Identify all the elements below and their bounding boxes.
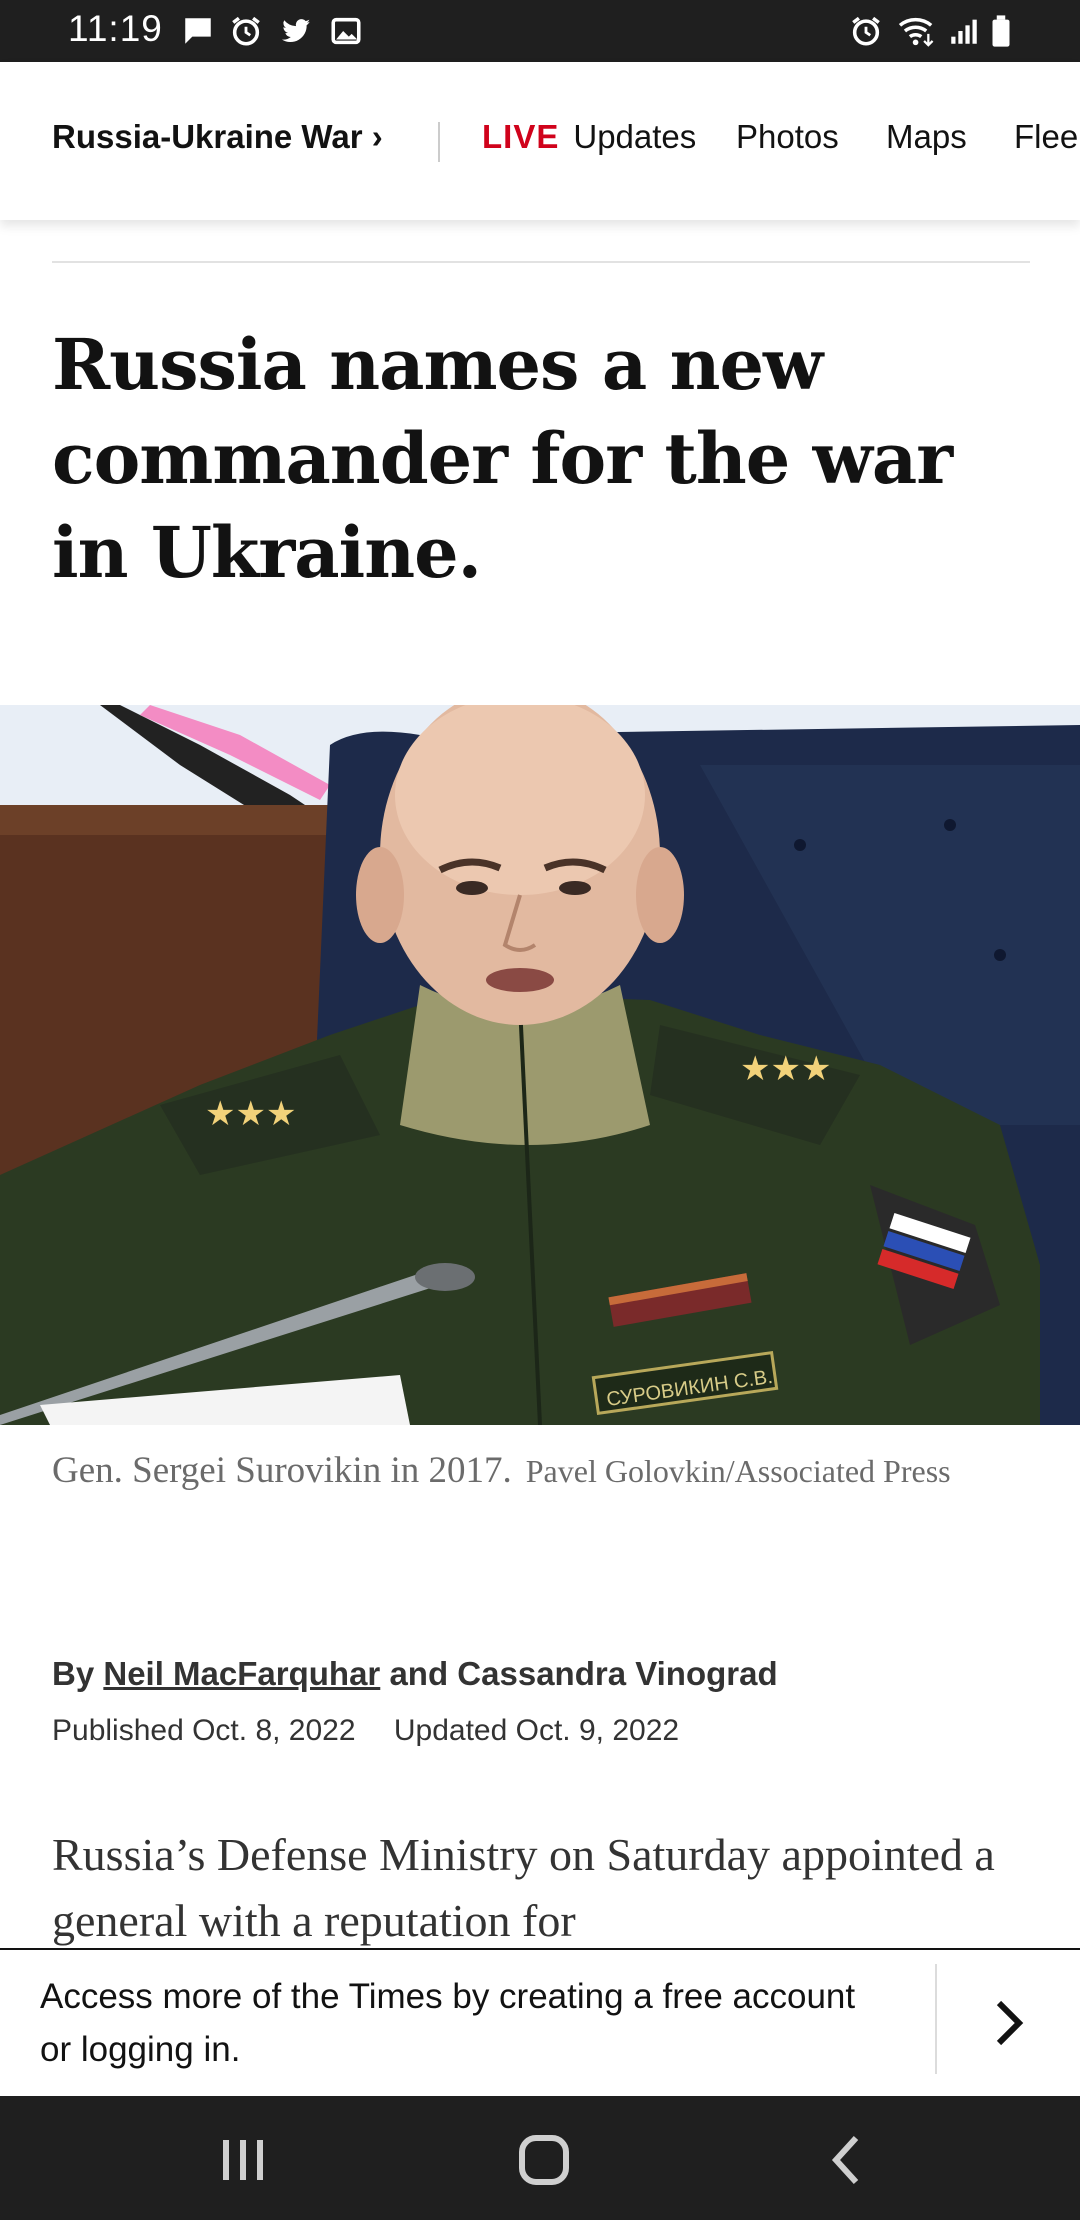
status-time: 11:19	[68, 8, 163, 49]
live-label: LIVE	[482, 118, 560, 155]
twitter-icon	[278, 14, 314, 48]
caption-text: Gen. Sergei Surovikin in 2017.	[52, 1450, 512, 1491]
photo-caption: Gen. Sergei Surovikin in 2017. Pavel Golo…	[52, 1446, 1042, 1503]
author-link[interactable]: Neil MacFarquhar	[103, 1655, 380, 1692]
battery-icon	[988, 14, 1014, 48]
banner-divider	[935, 1964, 937, 2074]
article-dates: Published Oct. 8, 2022 Updated Oct. 9, 2…	[52, 1714, 709, 1748]
back-icon[interactable]	[818, 2132, 878, 2188]
byline: By Neil MacFarquhar and Cassandra Vinogr…	[52, 1655, 778, 1692]
chevron-right-icon[interactable]	[985, 1993, 1033, 2053]
tab-photos[interactable]: Photos	[736, 118, 839, 156]
section-nav: Russia-Ukraine War › LIVE Updates Photos …	[0, 62, 1080, 220]
alarm-icon	[228, 14, 264, 48]
updated-date: Updated Oct. 9, 2022	[393, 1714, 680, 1747]
author-name: Cassandra Vinograd	[457, 1655, 778, 1692]
divider-line	[52, 261, 1030, 263]
article-photo[interactable]: ★★★ ★★★ СУРОВИКИН С.В.	[0, 705, 1080, 1425]
photo-credit: Pavel Golovkin/Associated Press	[525, 1453, 951, 1489]
status-bar: 11:19	[0, 0, 1080, 62]
login-banner[interactable]: Access more of the Times by creating a f…	[0, 1948, 1080, 2096]
tab-flee[interactable]: Flee	[1014, 118, 1078, 156]
system-nav-bar	[0, 2096, 1080, 2220]
wifi-icon	[896, 14, 938, 48]
tab-live-updates[interactable]: LIVE Updates	[482, 118, 696, 156]
recent-apps-icon[interactable]	[213, 2132, 273, 2188]
svg-text:★★★: ★★★	[205, 1095, 296, 1133]
message-icon	[180, 14, 216, 48]
chevron-right-icon: ›	[371, 118, 383, 155]
tab-maps[interactable]: Maps	[886, 118, 967, 156]
nav-divider	[438, 122, 440, 162]
svg-text:★★★: ★★★	[740, 1050, 831, 1088]
signal-icon	[946, 14, 982, 48]
alarm-icon	[848, 14, 884, 48]
article-body: Russia’s Defense Ministry on Saturday ap…	[52, 1829, 995, 1946]
published-date: Published Oct. 8, 2022	[52, 1714, 356, 1747]
article-headline: Russia names a new commander for the war…	[52, 323, 953, 594]
banner-text: Access more of the Times by creating a f…	[40, 1977, 856, 2069]
image-icon	[328, 14, 364, 48]
home-icon[interactable]	[514, 2132, 574, 2188]
section-link-russia-ukraine-war[interactable]: Russia-Ukraine War ›	[52, 118, 383, 156]
